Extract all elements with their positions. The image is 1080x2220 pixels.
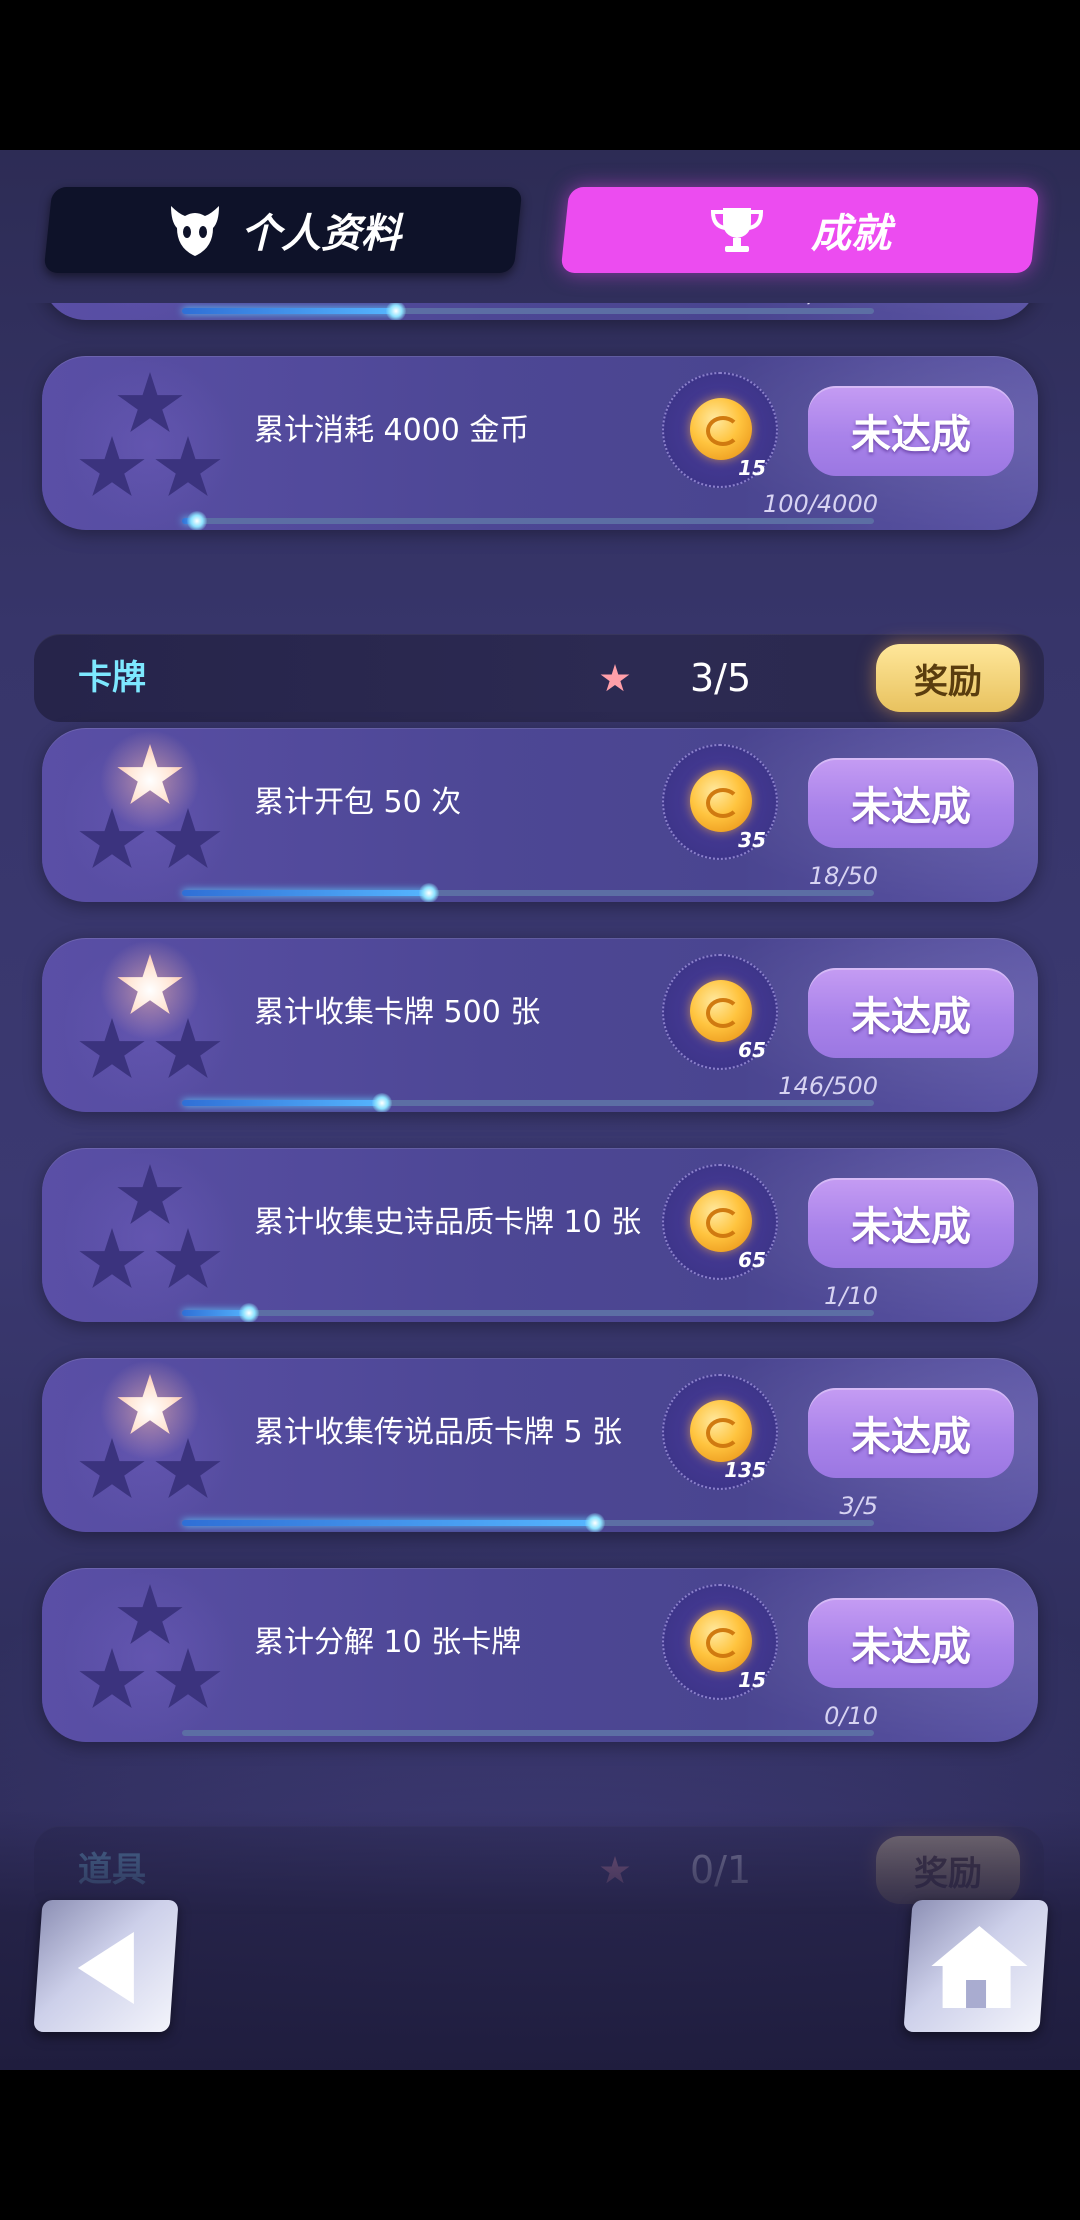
achievement-card: 累计开包 50 次 35 未达成 18/50 bbox=[42, 728, 1038, 902]
gold-coin-icon bbox=[690, 1610, 752, 1672]
status-button[interactable]: 未达成 bbox=[808, 1178, 1014, 1268]
progress-text: 3/5 bbox=[839, 1492, 878, 1520]
achievement-card: 累计消耗 4000 金币 15 未达成 100/4000 bbox=[42, 356, 1038, 530]
gold-coin-icon bbox=[690, 398, 752, 460]
progress-fill bbox=[182, 511, 208, 530]
reward-badge: 65 bbox=[662, 1164, 778, 1280]
reward-amount: 65 bbox=[738, 1248, 766, 1272]
reward-badge: 65 bbox=[662, 954, 778, 1070]
star-rating bbox=[60, 1358, 240, 1532]
home-button[interactable] bbox=[903, 1900, 1049, 2032]
progress-fill bbox=[182, 1093, 393, 1112]
reward-amount: 15 bbox=[738, 456, 766, 480]
achievement-title: 累计开包 50 次 bbox=[254, 785, 462, 820]
tab-profile[interactable]: 个人资料 bbox=[43, 187, 523, 273]
reward-badge: 135 bbox=[662, 1374, 778, 1490]
progress-bar bbox=[182, 511, 874, 530]
achievement-card: 累计收集史诗品质卡牌 10 张 65 未达成 1/10 bbox=[42, 1148, 1038, 1322]
progress-text: 0/10 bbox=[824, 1702, 878, 1730]
achievement-card: 累计分解 10 张卡牌 15 未达成 0/10 bbox=[42, 1568, 1038, 1742]
reward-badge: 15 bbox=[662, 1584, 778, 1700]
progress-fill bbox=[182, 303, 407, 320]
back-arrow-icon bbox=[77, 1932, 134, 2004]
tab-profile-label: 个人资料 bbox=[241, 211, 401, 257]
gold-coin-icon bbox=[690, 1190, 752, 1252]
status-button[interactable]: 未达成 bbox=[808, 758, 1014, 848]
achievement-list[interactable]: 累计获得 4000 金币151250/4000 累计消耗 4000 金币 15 未达成… bbox=[0, 303, 1080, 2003]
reward-amount: 35 bbox=[738, 828, 766, 852]
achievement-card: 累计获得 4000 金币151250/4000 bbox=[42, 303, 1038, 320]
achievements-screen: 个人资料 成就 累计获得 4000 金币151250/4000 累计消耗 4000… bbox=[0, 150, 1080, 2070]
section-header: 卡牌 3/5 奖励 bbox=[34, 634, 1044, 722]
achievement-title: 累计收集传说品质卡牌 5 张 bbox=[254, 1415, 623, 1450]
progress-bar bbox=[182, 1513, 874, 1532]
star-rating bbox=[60, 728, 240, 902]
star-rating bbox=[60, 1152, 240, 1322]
status-button[interactable]: 未达成 bbox=[808, 386, 1014, 476]
progress-bar bbox=[182, 1093, 874, 1112]
star-rating bbox=[60, 938, 240, 1112]
gold-coin-icon bbox=[690, 1400, 752, 1462]
trophy-icon bbox=[710, 208, 764, 252]
status-button[interactable]: 未达成 bbox=[808, 1598, 1014, 1688]
progress-text: 1250/4000 bbox=[748, 303, 878, 308]
section-count: 3/5 bbox=[690, 656, 752, 700]
star-rating bbox=[60, 360, 240, 530]
tab-achievements[interactable]: 成就 bbox=[560, 187, 1040, 273]
achievement-title: 累计收集史诗品质卡牌 10 张 bbox=[254, 1205, 642, 1240]
reward-badge: 15 bbox=[662, 372, 778, 488]
progress-fill bbox=[182, 1513, 606, 1532]
progress-bar bbox=[182, 883, 874, 902]
section-name: 卡牌 bbox=[78, 658, 146, 698]
achievement-title: 累计收集卡牌 500 张 bbox=[254, 995, 541, 1030]
mask-icon bbox=[171, 206, 219, 256]
star-rating bbox=[60, 1572, 240, 1742]
progress-bar bbox=[182, 1303, 874, 1322]
achievement-card: 累计收集卡牌 500 张 65 未达成 146/500 bbox=[42, 938, 1038, 1112]
progress-bar bbox=[182, 303, 874, 320]
progress-fill bbox=[182, 883, 440, 902]
achievement-title: 累计分解 10 张卡牌 bbox=[254, 1625, 522, 1660]
gold-coin-icon bbox=[690, 770, 752, 832]
back-button[interactable] bbox=[33, 1900, 179, 2032]
progress-text: 18/50 bbox=[808, 862, 878, 890]
star-icon bbox=[600, 664, 630, 692]
tab-achievements-label: 成就 bbox=[811, 211, 891, 257]
progress-text: 146/500 bbox=[778, 1072, 878, 1100]
achievement-card: 累计收集传说品质卡牌 5 张 135 未达成 3/5 bbox=[42, 1358, 1038, 1532]
progress-bar bbox=[182, 1730, 874, 1736]
star-rating bbox=[60, 303, 240, 320]
achievement-title: 累计消耗 4000 金币 bbox=[254, 413, 530, 448]
reward-badge: 35 bbox=[662, 744, 778, 860]
progress-fill bbox=[182, 1303, 260, 1322]
reward-amount: 15 bbox=[738, 1668, 766, 1692]
gold-coin-icon bbox=[690, 980, 752, 1042]
reward-amount: 135 bbox=[724, 1458, 766, 1482]
reward-button[interactable]: 奖励 bbox=[876, 644, 1020, 712]
status-button[interactable]: 未达成 bbox=[808, 968, 1014, 1058]
reward-amount: 65 bbox=[738, 1038, 766, 1062]
status-button[interactable]: 未达成 bbox=[808, 1388, 1014, 1478]
progress-text: 100/4000 bbox=[763, 490, 878, 518]
progress-text: 1/10 bbox=[824, 1282, 878, 1310]
